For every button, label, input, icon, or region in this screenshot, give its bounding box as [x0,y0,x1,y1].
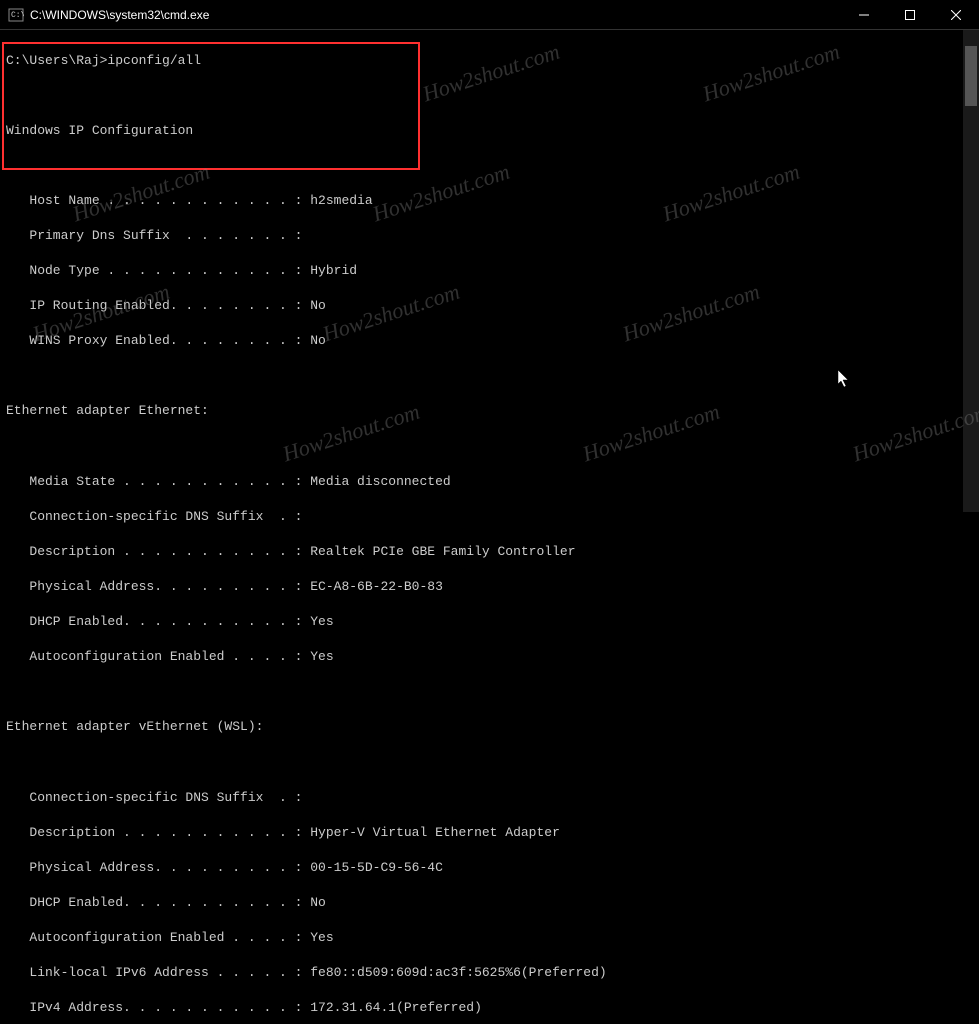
output-line: Media State . . . . . . . . . . . : Medi… [6,473,973,491]
output-line: IP Routing Enabled. . . . . . . . : No [6,297,973,315]
close-button[interactable] [933,0,979,29]
output-line: Description . . . . . . . . . . . : Hype… [6,824,973,842]
window-titlebar: C:\ C:\WINDOWS\system32\cmd.exe [0,0,979,30]
output-line: WINS Proxy Enabled. . . . . . . . : No [6,332,973,350]
output-line: DHCP Enabled. . . . . . . . . . . : No [6,894,973,912]
blank-line [6,753,973,771]
terminal-output[interactable]: C:\Users\Raj>ipconfig/all Windows IP Con… [0,30,979,512]
output-line: Physical Address. . . . . . . . . : 00-1… [6,859,973,877]
svg-text:C:\: C:\ [11,11,24,20]
output-line: Node Type . . . . . . . . . . . . : Hybr… [6,262,973,280]
window-controls [841,0,979,29]
output-line: Autoconfiguration Enabled . . . . : Yes [6,929,973,947]
section-header: Windows IP Configuration [6,122,973,140]
section-header: Ethernet adapter Ethernet: [6,402,973,420]
maximize-button[interactable] [887,0,933,29]
output-line: Link-local IPv6 Address . . . . . : fe80… [6,964,973,982]
window-title: C:\WINDOWS\system32\cmd.exe [30,8,841,22]
blank-line [6,683,973,701]
blank-line [6,438,973,456]
output-line: Connection-specific DNS Suffix . : [6,508,973,526]
vertical-scrollbar[interactable] [963,30,979,512]
minimize-button[interactable] [841,0,887,29]
cmd-icon: C:\ [8,7,24,23]
command-prompt-line: C:\Users\Raj>ipconfig/all [6,52,973,70]
output-line: Description . . . . . . . . . . . : Real… [6,543,973,561]
output-line: Connection-specific DNS Suffix . : [6,789,973,807]
blank-line [6,157,973,175]
output-line: Autoconfiguration Enabled . . . . : Yes [6,648,973,666]
section-header: Ethernet adapter vEthernet (WSL): [6,718,973,736]
output-line: Host Name . . . . . . . . . . . . : h2sm… [6,192,973,210]
blank-line [6,87,973,105]
output-line: Physical Address. . . . . . . . . : EC-A… [6,578,973,596]
blank-line [6,367,973,385]
scrollbar-thumb[interactable] [965,46,977,106]
output-line: Primary Dns Suffix . . . . . . . : [6,227,973,245]
output-line: IPv4 Address. . . . . . . . . . . : 172.… [6,999,973,1017]
output-line: DHCP Enabled. . . . . . . . . . . : Yes [6,613,973,631]
